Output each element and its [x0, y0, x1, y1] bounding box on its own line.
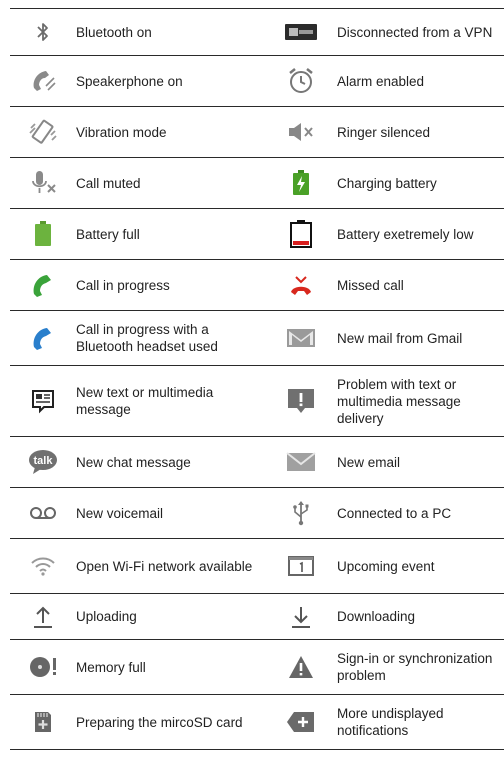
battery-full-icon — [33, 220, 53, 248]
icon-description: Battery exetremely low — [337, 226, 474, 242]
table-row: New voicemail Connected to a PC — [10, 487, 504, 539]
charging-battery-icon — [291, 169, 311, 197]
icon-description: New email — [337, 454, 401, 470]
icon-description: Call in progress — [76, 277, 170, 293]
table-row: New text or multimedia message Problem w… — [10, 365, 504, 437]
battery-low-icon — [288, 219, 314, 249]
vpn-disconnected-icon — [284, 22, 318, 42]
voicemail-icon — [28, 505, 58, 521]
usb-icon — [290, 499, 312, 527]
icon-description: Alarm enabled — [337, 73, 425, 89]
icon-description: Memory full — [76, 659, 146, 675]
icon-description: Uploading — [76, 609, 137, 624]
alarm-clock-icon — [286, 66, 316, 96]
table-row: Bluetooth on Disconnected from a VPN — [10, 8, 504, 56]
vibration-icon — [27, 118, 59, 146]
icon-description: New text or multimedia message — [76, 385, 214, 417]
table-row: talk New chat message New email — [10, 436, 504, 488]
upload-icon — [31, 604, 55, 630]
icon-description: New mail from Gmail — [337, 330, 463, 346]
icon-description: Missed call — [337, 277, 404, 293]
table-row: Call in progress with a Bluetooth headse… — [10, 310, 504, 366]
icon-description: More undisplayed notifications — [337, 706, 444, 738]
icon-description: Downloading — [337, 609, 416, 624]
status-icons-reference: Bluetooth on Disconnected from a VPN Spe… — [10, 8, 504, 750]
icon-description: Battery full — [76, 226, 140, 242]
speakerphone-icon — [28, 66, 58, 96]
icon-description: Connected to a PC — [337, 505, 452, 521]
icon-description: Sign-in or synchronization problem — [337, 651, 493, 683]
icon-description: Speakerphone on — [76, 73, 183, 89]
icons-table: Bluetooth on Disconnected from a VPN Spe… — [10, 8, 504, 750]
icon-description: Charging battery — [337, 175, 437, 191]
bluetooth-call-icon — [29, 324, 57, 352]
sd-card-icon — [32, 709, 54, 735]
ringer-silenced-icon — [286, 120, 316, 144]
warning-triangle-icon — [287, 654, 315, 680]
icon-description: Preparing the mircoSD card — [76, 714, 243, 730]
icon-description: New voicemail — [76, 505, 164, 521]
table-row: Call in progress Missed call — [10, 259, 504, 311]
icon-description: New chat message — [76, 454, 191, 470]
table-row: Vibration mode Ringer silenced — [10, 106, 504, 158]
svg-text:talk: talk — [34, 455, 54, 467]
icon-description: Problem with text or multimedia message … — [337, 376, 461, 426]
message-problem-icon — [285, 386, 317, 416]
icon-description: Bluetooth on — [76, 24, 152, 40]
microphone-muted-icon — [27, 168, 59, 198]
wifi-open-icon — [29, 554, 57, 578]
text-message-icon — [30, 388, 56, 414]
icon-description: Open Wi-Fi network available — [76, 558, 253, 574]
calendar-event-icon — [286, 554, 316, 578]
memory-full-icon — [27, 653, 59, 681]
table-row: Uploading Downloading — [10, 593, 504, 640]
download-icon — [289, 604, 313, 630]
gmail-icon — [285, 326, 317, 350]
icon-description: Ringer silenced — [337, 124, 431, 140]
table-row: Speakerphone on Alarm enabled — [10, 55, 504, 107]
bluetooth-icon — [30, 19, 56, 45]
icon-description: Upcoming event — [337, 558, 435, 574]
table-row: Battery full Battery exetremely low — [10, 208, 504, 260]
table-row: Call muted Charging battery — [10, 157, 504, 209]
email-icon — [285, 451, 317, 473]
call-in-progress-icon — [29, 271, 57, 299]
more-notifications-icon — [286, 710, 316, 734]
icon-description: Call in progress with a Bluetooth headse… — [76, 322, 218, 354]
icon-description: Call muted — [76, 175, 141, 191]
icon-description: Vibration mode — [76, 124, 167, 140]
talk-chat-icon: talk — [27, 448, 59, 476]
table-row: Open Wi-Fi network available Upcoming ev… — [10, 538, 504, 594]
missed-call-icon — [287, 272, 315, 298]
table-row: Preparing the mircoSD card More undispla… — [10, 694, 504, 750]
table-row: Memory full Sign-in or synchronization p… — [10, 639, 504, 695]
icon-description: Disconnected from a VPN — [337, 24, 493, 40]
